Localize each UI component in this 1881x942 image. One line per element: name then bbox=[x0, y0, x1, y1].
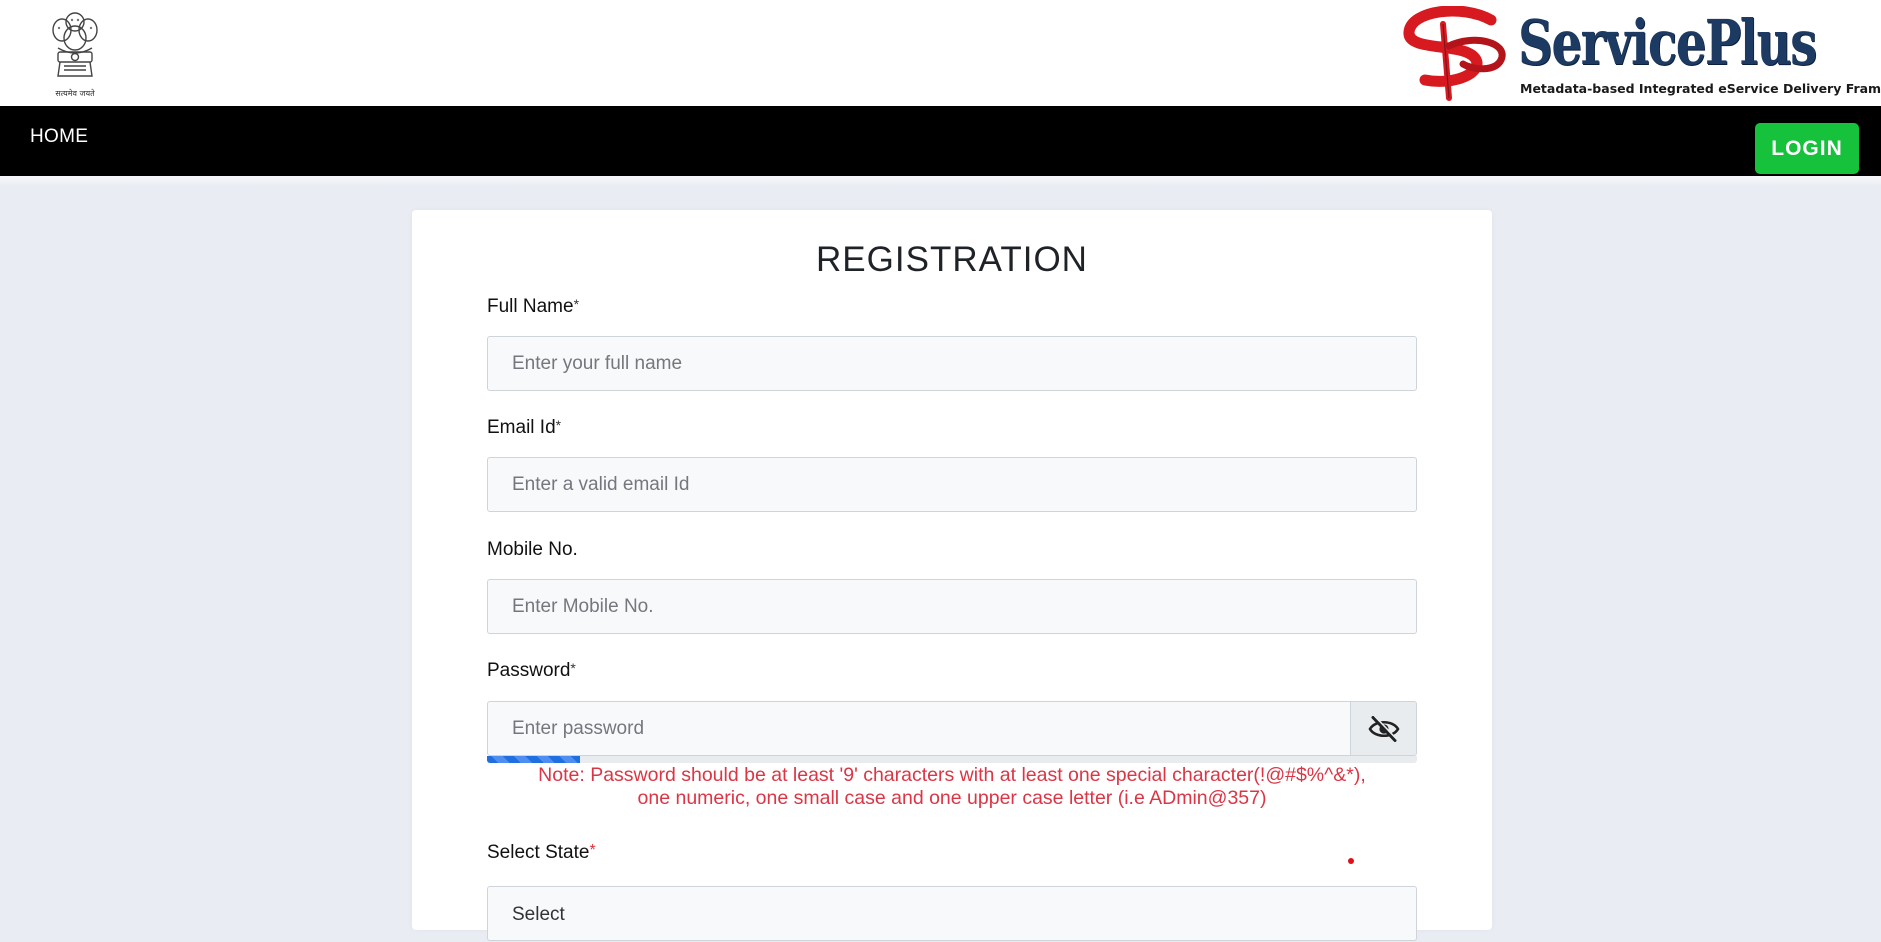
state-select-value: Select bbox=[512, 904, 565, 925]
toggle-password-visibility-button[interactable] bbox=[1351, 701, 1417, 756]
password-input[interactable] bbox=[487, 701, 1351, 756]
state-select[interactable]: Select bbox=[487, 886, 1417, 941]
ashoka-emblem-icon bbox=[52, 12, 98, 77]
indicator-dot bbox=[1348, 858, 1354, 864]
mobile-input[interactable] bbox=[487, 579, 1417, 634]
top-header: सत्यमेव जयते ServicePlus Metadata-based … bbox=[0, 0, 1881, 106]
password-note-line-1: Note: Password should be at least '9' ch… bbox=[538, 764, 1366, 786]
required-mark: * bbox=[570, 660, 576, 676]
registration-card: REGISTRATION Full Name* Email Id* Mobile… bbox=[412, 210, 1492, 941]
eye-slash-icon bbox=[1368, 715, 1399, 742]
password-strength-meter bbox=[487, 756, 1417, 763]
email-label-text: Email Id bbox=[487, 417, 556, 438]
password-label: Password* bbox=[487, 660, 576, 682]
nav-home-link[interactable]: HOME bbox=[30, 126, 88, 148]
emblem-caption: सत्यमेव जयते bbox=[55, 89, 95, 98]
serviceplus-logo[interactable]: ServicePlus Metadata-based Integrated eS… bbox=[1403, 6, 1881, 102]
national-emblem-logo: सत्यमेव जयते bbox=[44, 8, 106, 100]
brand-tagline: Metadata-based Integrated eService Deliv… bbox=[1520, 81, 1881, 96]
required-mark: * bbox=[589, 842, 596, 859]
full-name-input[interactable] bbox=[487, 336, 1417, 391]
state-label: Select State* bbox=[487, 842, 596, 864]
required-mark: * bbox=[573, 296, 580, 312]
full-name-label-text: Full Name bbox=[487, 296, 574, 317]
brand-name: ServicePlus bbox=[1518, 6, 1817, 79]
mobile-label: Mobile No. bbox=[487, 539, 578, 560]
password-label-text: Password bbox=[487, 660, 571, 681]
required-mark: * bbox=[555, 417, 562, 433]
email-label: Email Id* bbox=[487, 417, 561, 439]
navbar-shadow bbox=[0, 176, 1881, 186]
page-title: REGISTRATION bbox=[816, 240, 1088, 279]
password-requirements-note: Note: Password should be at least '9' ch… bbox=[487, 764, 1417, 810]
main-navbar: HOME LOGIN bbox=[0, 106, 1881, 176]
password-strength-fill bbox=[487, 756, 580, 763]
serviceplus-sp-mark-icon bbox=[1403, 6, 1506, 101]
password-note-line-2: one numeric, one small case and one uppe… bbox=[637, 787, 1267, 809]
email-input[interactable] bbox=[487, 457, 1417, 512]
full-name-label: Full Name* bbox=[487, 296, 579, 318]
state-label-text: Select State bbox=[487, 842, 590, 863]
login-button[interactable]: LOGIN bbox=[1755, 123, 1859, 174]
